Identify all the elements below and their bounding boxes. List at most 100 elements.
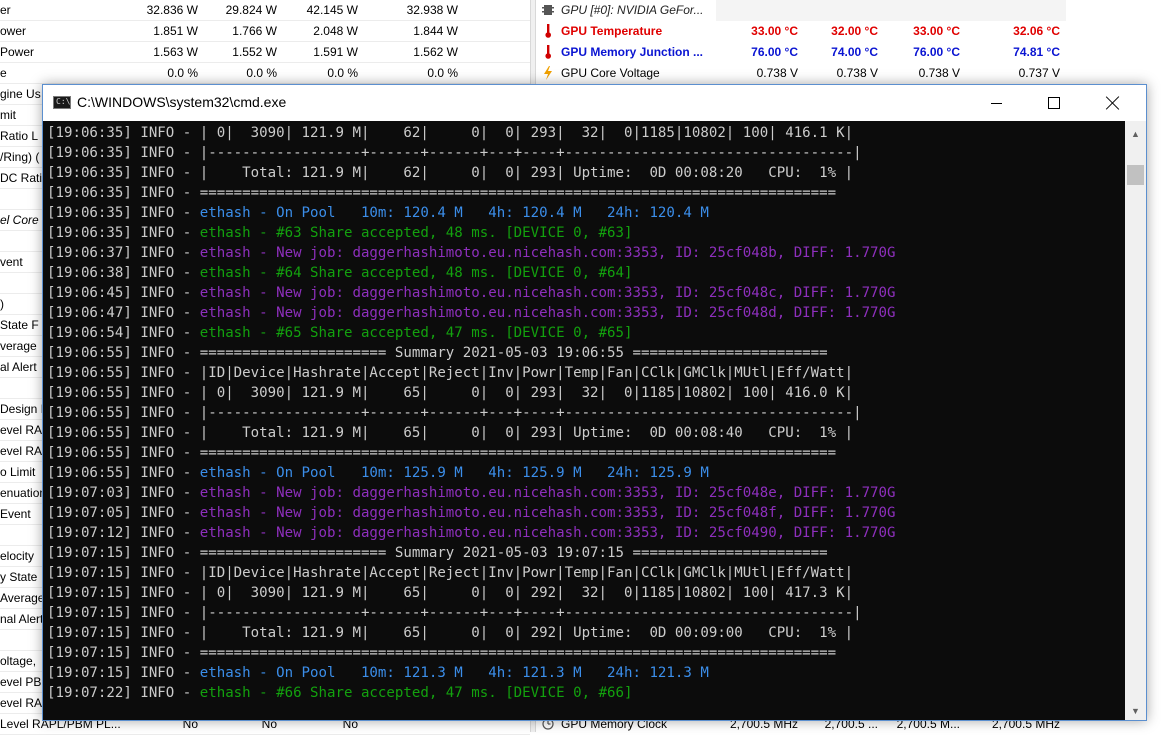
sensor-min: 1.766 W xyxy=(232,24,277,38)
sensor-current: 33.00 °C xyxy=(751,24,798,38)
console-text-segment: [19:07:22] INFO - xyxy=(47,685,200,701)
sensor-row-gpu-memory-junction[interactable]: GPU Memory Junction ... 76.00 °C 74.00 °… xyxy=(536,42,1161,63)
sensor-average: 1.844 W xyxy=(413,24,458,38)
sensor-row-gpu-temperature[interactable]: GPU Temperature 33.00 °C 32.00 °C 33.00 … xyxy=(536,21,1161,42)
console-line: [19:06:55] INFO - | 0| 3090| 121.9 M| 65… xyxy=(47,383,1122,403)
sensor-label: ower xyxy=(0,24,27,38)
console-text-segment: [19:06:55] INFO - | 0| 3090| 121.9 M| 65… xyxy=(47,385,854,401)
sensor-average: 32.06 °C xyxy=(1013,24,1060,38)
sensor-label: Power xyxy=(0,45,35,59)
sensor-min: 1.552 W xyxy=(232,45,277,59)
console-line: [19:06:55] INFO - |ID|Device|Hashrate|Ac… xyxy=(47,363,1122,383)
sensor-label: oltage, xyxy=(0,654,37,668)
sensor-row[interactable]: er 32.836 W 29.824 W 42.145 W 32.938 W xyxy=(0,0,530,21)
console-text-segment: ethash - New job: daggerhashimoto.eu.nic… xyxy=(199,525,896,541)
console-line: [19:07:15] INFO - |------------------+--… xyxy=(47,603,1122,623)
sensor-max: 1.591 W xyxy=(313,45,358,59)
sensor-label: evel RA xyxy=(0,696,43,710)
console-line: [19:07:15] INFO - |ID|Device|Hashrate|Ac… xyxy=(47,563,1122,583)
sensor-average: 32.938 W xyxy=(406,3,458,17)
thermometer-icon xyxy=(545,45,551,59)
console-line: [19:06:35] INFO - | 0| 3090| 121.9 M| 62… xyxy=(47,123,1122,143)
console-text-segment: [19:07:15] INFO - |ID|Device|Hashrate|Ac… xyxy=(47,565,854,581)
console-text-segment: [19:06:47] INFO - xyxy=(47,305,200,321)
console-text-segment: [19:06:45] INFO - xyxy=(47,285,200,301)
sensor-max: 33.00 °C xyxy=(913,24,960,38)
sensor-label: GPU Memory Junction ... xyxy=(561,45,704,59)
console-text-segment: ethash - #65 Share accepted, 47 ms. [DEV… xyxy=(199,325,633,341)
sensor-label: el Core xyxy=(0,213,39,227)
maximize-icon xyxy=(1048,97,1060,109)
console-text-segment: [19:06:35] INFO - | Total: 121.9 M| 62| … xyxy=(47,165,854,181)
scroll-down-arrow-icon[interactable]: ▼ xyxy=(1125,702,1146,720)
sensor-label: nal Alert xyxy=(0,612,44,626)
console-text-segment: [19:06:55] INFO - |------------------+--… xyxy=(47,405,862,421)
console-text-segment: ethash - New job: daggerhashimoto.eu.nic… xyxy=(199,285,896,301)
console-line: [19:06:54] INFO - ethash - #65 Share acc… xyxy=(47,323,1122,343)
title-bar[interactable]: C:\ C:\WINDOWS\system32\cmd.exe xyxy=(43,85,1146,121)
sensor-label: vent xyxy=(0,255,23,269)
console-text-segment: [19:07:15] INFO - |------------------+--… xyxy=(47,605,862,621)
sensor-label: State F xyxy=(0,318,39,332)
console-output[interactable]: [19:06:35] INFO - | 0| 3090| 121.9 M| 62… xyxy=(47,123,1122,719)
console-line: [19:07:15] INFO - | 0| 3090| 121.9 M| 65… xyxy=(47,583,1122,603)
sensor-label: enuation xyxy=(0,486,47,500)
console-text-segment: [19:06:55] INFO - |ID|Device|Hashrate|Ac… xyxy=(47,365,854,381)
cmd-app-icon[interactable]: C:\ xyxy=(53,96,71,109)
sensor-label: ) xyxy=(0,297,4,311)
console-line: [19:06:45] INFO - ethash - New job: dagg… xyxy=(47,283,1122,303)
sensor-row[interactable]: e 0.0 % 0.0 % 0.0 % 0.0 % xyxy=(0,63,530,84)
sensor-average: 0.0 % xyxy=(427,66,458,80)
gpu-group-header[interactable]: GPU [#0]: NVIDIA GeFor... xyxy=(536,0,1161,21)
sensor-label: o Limit xyxy=(0,465,36,479)
sensor-average: 1.562 W xyxy=(413,45,458,59)
console-line: [19:06:37] INFO - ethash - New job: dagg… xyxy=(47,243,1122,263)
console-line: [19:06:35] INFO - |------------------+--… xyxy=(47,143,1122,163)
console-line: [19:06:55] INFO - | Total: 121.9 M| 65| … xyxy=(47,423,1122,443)
console-text-segment: [19:06:54] INFO - xyxy=(47,325,200,341)
console-text-segment: [19:07:15] INFO - ======================… xyxy=(47,645,837,661)
console-text-segment: [19:07:15] INFO - | Total: 121.9 M| 65| … xyxy=(47,625,854,641)
console-text-segment: ethash - #63 Share accepted, 48 ms. [DEV… xyxy=(199,225,633,241)
sensor-current: 0.738 V xyxy=(756,66,798,80)
console-text-segment: [19:06:37] INFO - xyxy=(47,245,200,261)
sensor-label: /Ring) ( xyxy=(0,150,40,164)
close-button[interactable] xyxy=(1090,85,1136,121)
sensor-row[interactable]: ower 1.851 W 1.766 W 2.048 W 1.844 W xyxy=(0,21,530,42)
maximize-button[interactable] xyxy=(1031,85,1077,121)
console-text-segment: ethash - New job: daggerhashimoto.eu.nic… xyxy=(199,245,896,261)
console-text-segment: [19:06:35] INFO - xyxy=(47,205,200,221)
minimize-button[interactable] xyxy=(973,85,1019,121)
sensor-label: evel RA xyxy=(0,444,43,458)
sensor-row[interactable]: Power 1.563 W 1.552 W 1.591 W 1.562 W xyxy=(0,42,530,63)
sensor-label: y State xyxy=(0,570,38,584)
console-line: [19:07:12] INFO - ethash - New job: dagg… xyxy=(47,523,1122,543)
console-text-segment: ethash - New job: daggerhashimoto.eu.nic… xyxy=(199,505,896,521)
sensor-current: 1.563 W xyxy=(153,45,198,59)
console-text-segment: [19:07:15] INFO - xyxy=(47,665,200,681)
sensor-row-gpu-core-voltage[interactable]: GPU Core Voltage 0.738 V 0.738 V 0.738 V… xyxy=(536,63,1161,84)
console-line: [19:07:05] INFO - ethash - New job: dagg… xyxy=(47,503,1122,523)
sensor-min: 32.00 °C xyxy=(831,24,878,38)
sensor-max: 76.00 °C xyxy=(913,45,960,59)
console-line: [19:06:38] INFO - ethash - #64 Share acc… xyxy=(47,263,1122,283)
scroll-thumb[interactable] xyxy=(1127,165,1144,185)
sensor-current: 32.836 W xyxy=(146,3,198,17)
cmd-window[interactable]: C:\ C:\WINDOWS\system32\cmd.exe [19:06:3… xyxy=(42,84,1147,721)
sensor-average: 74.81 °C xyxy=(1013,45,1060,59)
console-line: [19:07:03] INFO - ethash - New job: dagg… xyxy=(47,483,1122,503)
vertical-scrollbar[interactable]: ▲ ▼ xyxy=(1125,121,1146,720)
console-line: [19:06:55] INFO - ======================… xyxy=(47,443,1122,463)
sensor-label: verage xyxy=(0,339,37,353)
console-text-segment: [19:06:55] INFO - xyxy=(47,465,200,481)
console-text-segment: [19:07:05] INFO - xyxy=(47,505,200,521)
cmd-icon-text: C:\ xyxy=(56,97,71,106)
console-line: [19:06:47] INFO - ethash - New job: dagg… xyxy=(47,303,1122,323)
console-text-segment: [19:06:35] INFO - ======================… xyxy=(47,185,837,201)
console-line: [19:06:35] INFO - ======================… xyxy=(47,183,1122,203)
console-text-segment: [19:07:15] INFO - ======================… xyxy=(47,545,828,561)
sensor-label: al Alert xyxy=(0,360,37,374)
close-icon xyxy=(1106,96,1120,110)
sensor-min: 0.0 % xyxy=(246,66,277,80)
scroll-up-arrow-icon[interactable]: ▲ xyxy=(1125,125,1146,143)
